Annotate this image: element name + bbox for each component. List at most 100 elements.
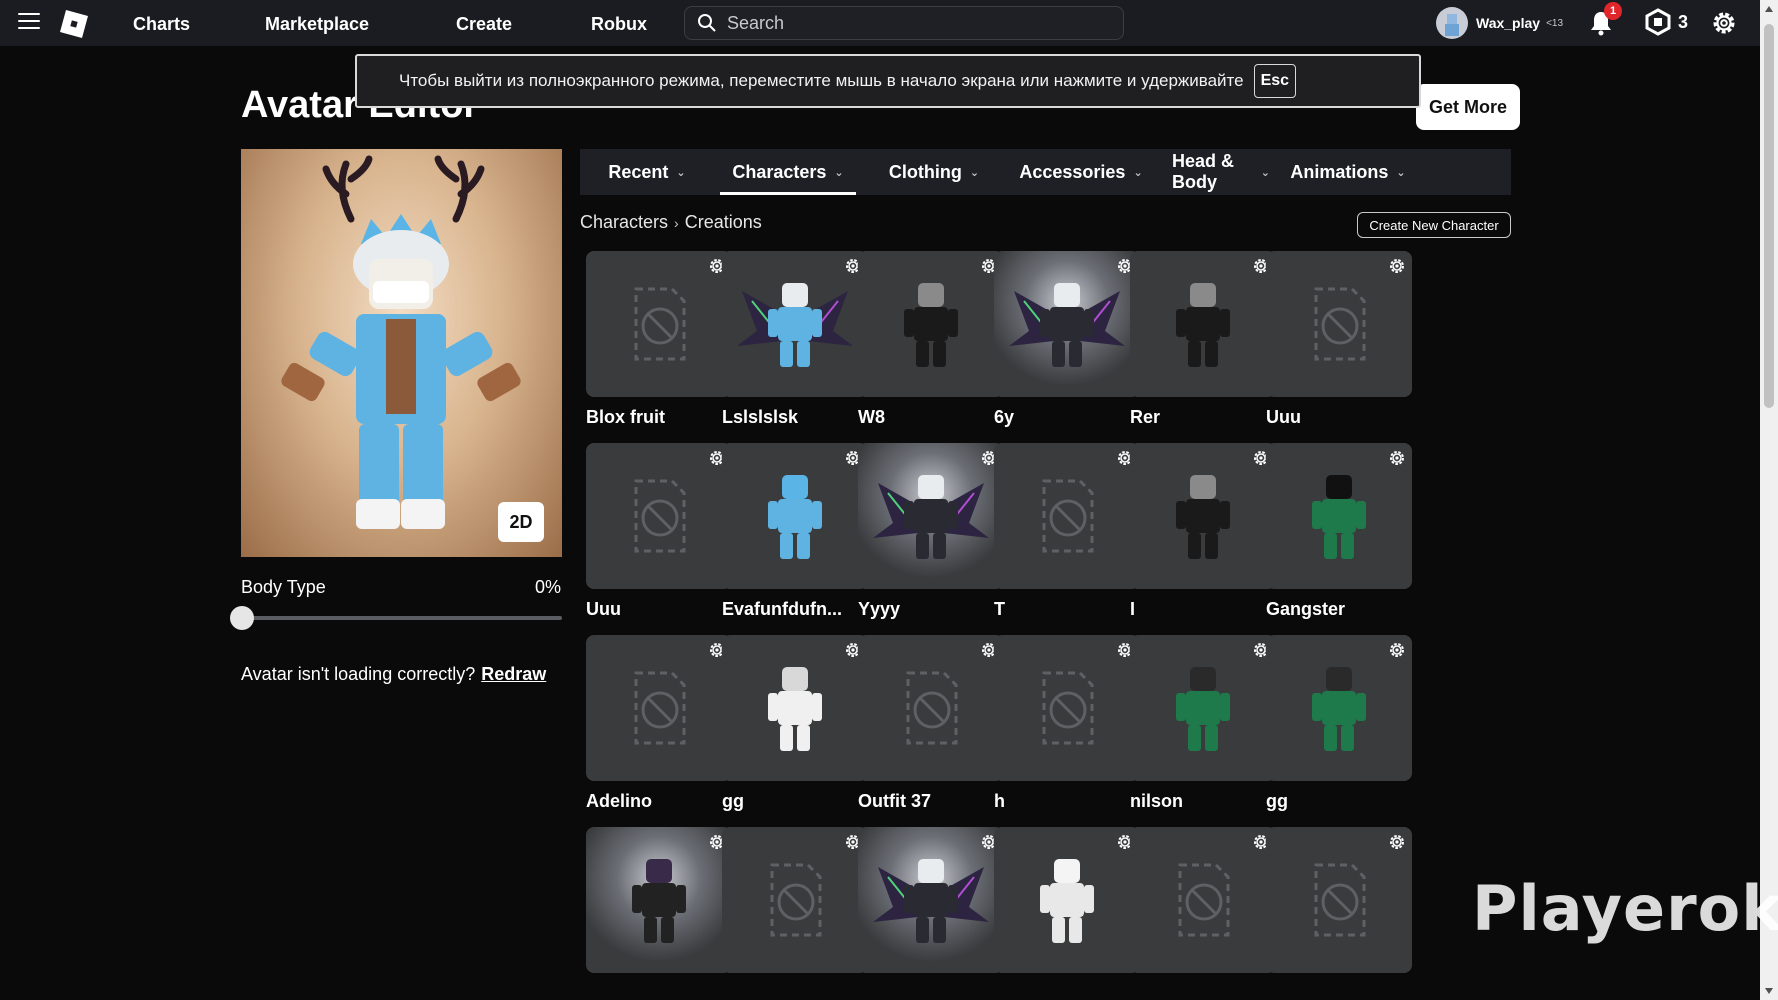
tab-clothing[interactable]: Clothing ⌄ bbox=[862, 149, 1006, 195]
character-card[interactable] bbox=[722, 827, 868, 973]
scroll-down-icon[interactable] bbox=[1765, 988, 1773, 994]
character-card[interactable]: Uuu bbox=[1266, 251, 1412, 428]
user-profile-link[interactable]: Wax_play <13 bbox=[1436, 7, 1563, 39]
nav-create-link[interactable]: Create bbox=[456, 14, 512, 35]
robux-count: 3 bbox=[1678, 11, 1689, 32]
roblox-logo-icon[interactable] bbox=[58, 8, 90, 40]
character-thumbnail[interactable] bbox=[722, 443, 868, 589]
breadcrumb-root[interactable]: Characters bbox=[580, 212, 668, 233]
character-thumbnail[interactable] bbox=[994, 251, 1140, 397]
character-name: nilson bbox=[1130, 791, 1183, 811]
toggle-2d-button[interactable]: 2D bbox=[498, 502, 544, 542]
create-new-character-button[interactable]: Create New Character bbox=[1357, 212, 1511, 238]
redraw-prompt-text: Avatar isn't loading correctly? bbox=[241, 664, 476, 684]
character-thumbnail[interactable] bbox=[1130, 251, 1276, 397]
avatar-preview[interactable] bbox=[241, 149, 562, 557]
character-thumbnail[interactable] bbox=[722, 827, 868, 973]
character-thumbnail[interactable] bbox=[586, 827, 732, 973]
character-thumbnail[interactable] bbox=[722, 635, 868, 781]
get-more-button[interactable]: Get More bbox=[1416, 84, 1520, 130]
breadcrumb-current[interactable]: Creations bbox=[685, 212, 762, 233]
character-card[interactable]: h bbox=[994, 635, 1140, 812]
character-name: Rer bbox=[1130, 407, 1161, 427]
character-thumbnail[interactable] bbox=[1266, 251, 1412, 397]
character-card[interactable]: 6y bbox=[994, 251, 1140, 428]
scroll-up-icon[interactable] bbox=[1765, 6, 1773, 12]
character-thumbnail[interactable] bbox=[994, 443, 1140, 589]
nav-robux-link[interactable]: Robux bbox=[591, 14, 647, 35]
robux-balance[interactable]: 3 bbox=[1644, 8, 1688, 36]
character-thumbnail[interactable] bbox=[586, 251, 732, 397]
search-input[interactable]: Search bbox=[684, 6, 1124, 40]
character-thumbnail[interactable] bbox=[1130, 443, 1276, 589]
chevron-down-icon: ⌄ bbox=[1133, 166, 1143, 179]
tab-animations[interactable]: Animations ⌄ bbox=[1286, 149, 1410, 195]
character-card[interactable]: Blox fruit bbox=[586, 251, 732, 428]
tab-recent[interactable]: Recent ⌄ bbox=[580, 149, 714, 195]
character-thumbnail[interactable] bbox=[994, 635, 1140, 781]
nav-charts-link[interactable]: Charts bbox=[133, 14, 190, 35]
character-card[interactable]: Gangster bbox=[1266, 443, 1412, 620]
character-card[interactable] bbox=[858, 827, 1004, 973]
body-type-value: 0% bbox=[535, 577, 562, 597]
character-thumbnail[interactable] bbox=[722, 251, 868, 397]
character-settings-gear-icon[interactable] bbox=[1388, 449, 1406, 467]
character-thumbnail[interactable] bbox=[1130, 635, 1276, 781]
character-card[interactable] bbox=[994, 827, 1140, 973]
scrollbar-thumb[interactable] bbox=[1764, 24, 1774, 408]
page-scrollbar[interactable] bbox=[1760, 0, 1778, 1000]
character-card[interactable]: Evafunfdufn... bbox=[722, 443, 868, 620]
character-settings-gear-icon[interactable] bbox=[1388, 641, 1406, 659]
character-card[interactable]: Outfit 37 bbox=[858, 635, 1004, 812]
tab-head-body[interactable]: Head & Body ⌄ bbox=[1156, 149, 1286, 195]
character-card[interactable] bbox=[1130, 827, 1276, 973]
nav-marketplace-link[interactable]: Marketplace bbox=[265, 14, 369, 35]
chevron-down-icon: ⌄ bbox=[1396, 166, 1406, 179]
character-thumbnail[interactable] bbox=[858, 251, 1004, 397]
character-card[interactable]: gg bbox=[722, 635, 868, 812]
character-thumbnail[interactable] bbox=[1266, 827, 1412, 973]
character-thumbnail[interactable] bbox=[858, 827, 1004, 973]
character-thumbnail[interactable] bbox=[858, 443, 1004, 589]
chevron-down-icon: ⌄ bbox=[969, 166, 980, 179]
character-name: h bbox=[994, 791, 1005, 811]
esc-key-hint: Esc bbox=[1253, 64, 1297, 98]
character-thumbnail[interactable] bbox=[586, 443, 732, 589]
character-settings-gear-icon[interactable] bbox=[1388, 257, 1406, 275]
body-type-slider-handle[interactable] bbox=[230, 606, 254, 630]
character-card[interactable]: I bbox=[1130, 443, 1276, 620]
character-thumbnail[interactable] bbox=[1266, 635, 1412, 781]
character-thumbnail[interactable] bbox=[1130, 827, 1276, 973]
character-card[interactable] bbox=[586, 827, 732, 973]
settings-gear-icon[interactable] bbox=[1710, 9, 1738, 37]
redraw-prompt-row: Avatar isn't loading correctly? Redraw bbox=[241, 664, 546, 685]
character-card[interactable]: Lslslslsk bbox=[722, 251, 868, 428]
age-badge: <13 bbox=[1546, 17, 1564, 29]
character-thumbnail[interactable] bbox=[586, 635, 732, 781]
character-card[interactable]: Adelino bbox=[586, 635, 732, 812]
redraw-link[interactable]: Redraw bbox=[481, 664, 546, 684]
character-thumbnail[interactable] bbox=[1266, 443, 1412, 589]
tab-characters[interactable]: Characters ⌄ bbox=[714, 149, 862, 195]
character-card[interactable]: Uuu bbox=[586, 443, 732, 620]
character-card[interactable]: Yyyy bbox=[858, 443, 1004, 620]
character-card[interactable]: nilson bbox=[1130, 635, 1276, 812]
body-type-label: Body Type bbox=[241, 577, 326, 597]
character-card[interactable]: W8 bbox=[858, 251, 1004, 428]
chevron-down-icon: ⌄ bbox=[676, 166, 686, 179]
character-thumbnail[interactable] bbox=[858, 635, 1004, 781]
notification-count-badge: 1 bbox=[1604, 2, 1622, 20]
character-thumbnail[interactable] bbox=[994, 827, 1140, 973]
body-type-slider-track[interactable] bbox=[241, 616, 562, 620]
character-settings-gear-icon[interactable] bbox=[1388, 833, 1406, 851]
tab-label: Accessories bbox=[1019, 161, 1126, 182]
top-navigation-bar: Charts Marketplace Create Robux Search W… bbox=[0, 0, 1760, 46]
chevron-down-icon: ⌄ bbox=[834, 166, 844, 179]
menu-icon[interactable] bbox=[18, 13, 40, 31]
character-card[interactable]: gg bbox=[1266, 635, 1412, 812]
character-card[interactable]: Rer bbox=[1130, 251, 1276, 428]
character-card[interactable]: T bbox=[994, 443, 1140, 620]
tab-label: Characters bbox=[732, 161, 827, 182]
tab-accessories[interactable]: Accessories ⌄ bbox=[1006, 149, 1156, 195]
character-card[interactable] bbox=[1266, 827, 1412, 973]
